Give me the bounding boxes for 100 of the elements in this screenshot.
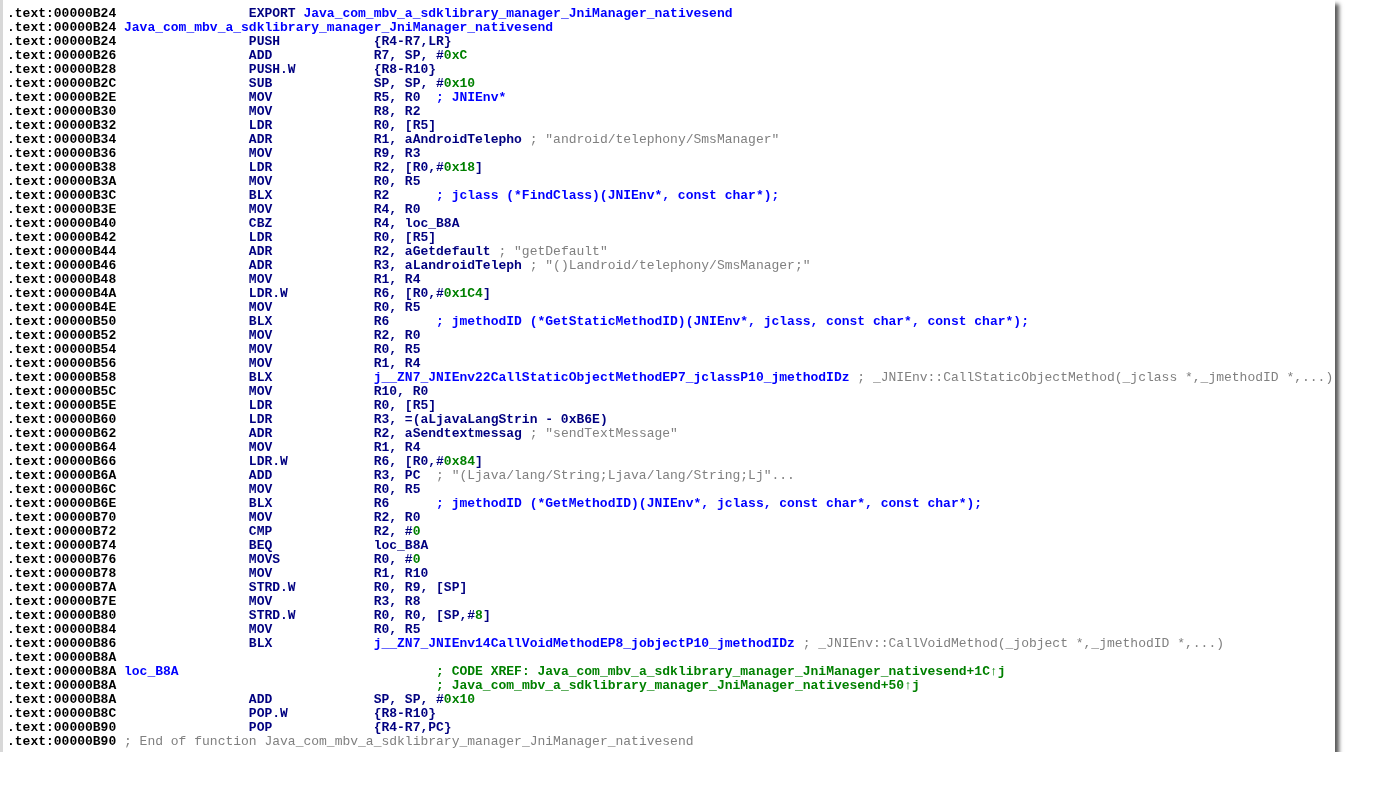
operand-text: R6, [R0,#0x1C4]	[373, 286, 491, 301]
mnemonic-text: BLX	[248, 636, 273, 651]
address-text: .text:00000B42	[7, 230, 117, 245]
mnemonic-text: MOV	[248, 342, 273, 357]
address-text: .text:00000B8A	[7, 650, 117, 665]
symbol-name: Java_com_mbv_a_sdklibrary_manager_JniManager_nativesend	[303, 7, 733, 21]
address-text: .text:00000B40	[7, 216, 117, 231]
operand-text: R5, R0	[373, 90, 421, 105]
mnemonic-text: BEQ	[248, 538, 273, 553]
mnemonic-text: ADD	[248, 48, 273, 63]
address-text: .text:00000B2C	[7, 76, 117, 91]
operand-text: R2, [R0,#0x18]	[373, 160, 483, 175]
mnemonic-text: LDR	[248, 118, 273, 133]
address-text: .text:00000B4A	[7, 286, 117, 301]
operand-text: R3, aLandroidTeleph	[373, 258, 522, 273]
address-text: .text:00000B36	[7, 146, 117, 161]
address-text: .text:00000B78	[7, 566, 117, 581]
comment-text: ; JNIEnv*	[436, 91, 507, 105]
comment-text: ; _JNIEnv::CallVoidMethod(_jobject *,_jmethodID *,...)	[802, 637, 1224, 651]
address-text: .text:00000B6A	[7, 468, 117, 483]
mnemonic-text: STRD.W	[248, 608, 296, 623]
operand-text: R0, R9, [SP]	[373, 580, 468, 595]
operand-text: SP, SP, #0x10	[373, 692, 476, 707]
address-text: .text:00000B48	[7, 272, 117, 287]
address-text: .text:00000B80	[7, 608, 117, 623]
operand-text: R1, aAndroidTelepho	[373, 132, 522, 147]
comment-text: ; jmethodID (*GetStaticMethodID)(JNIEnv*, jclass, const char*, const char*);	[436, 315, 1029, 329]
mnemonic-text: MOV	[248, 440, 273, 455]
address-text: .text:00000B56	[7, 356, 117, 371]
address-text: .text:00000B86	[7, 636, 117, 651]
address-text: .text:00000B8C	[7, 706, 117, 721]
address-text: .text:00000B24	[7, 34, 117, 49]
mnemonic-text: ADR	[248, 258, 273, 273]
operand-text: R4, R0	[373, 202, 421, 217]
address-text: .text:00000B3A	[7, 174, 117, 189]
operand-text: R7, SP, #0xC	[373, 48, 468, 63]
address-text: .text:00000B26	[7, 48, 117, 63]
address-text: .text:00000B50	[7, 314, 117, 329]
address-text: .text:00000B64	[7, 440, 117, 455]
address-text: .text:00000B72	[7, 524, 117, 539]
mnemonic-text: CMP	[248, 524, 273, 539]
operand-text: R10, R0	[373, 384, 429, 399]
address-text: .text:00000B52	[7, 328, 117, 343]
operand-text: R3, =(aLjavaLangStrin - 0xB6E)	[373, 412, 608, 427]
operand-text: R6	[373, 496, 390, 511]
mnemonic-text: MOV	[248, 594, 273, 609]
mnemonic-text: BLX	[248, 370, 273, 385]
comment-text: ; "(Ljava/lang/String;Ljava/lang/String;Lj"...	[436, 469, 795, 483]
mnemonic-text: MOV	[248, 146, 273, 161]
address-text: .text:00000B84	[7, 622, 117, 637]
operand-text: R6	[373, 314, 390, 329]
mnemonic-text: PUSH	[248, 34, 281, 49]
mnemonic-text: MOV	[248, 328, 273, 343]
address-text: .text:00000B6C	[7, 482, 117, 497]
operand-text: j__ZN7_JNIEnv14CallVoidMethodEP8_jobjectP10_jmethodIDz	[373, 636, 795, 651]
operand-text: R2, R0	[373, 510, 421, 525]
address-text: .text:00000B30	[7, 104, 117, 119]
mnemonic-text: ADR	[248, 244, 273, 259]
function-label: Java_com_mbv_a_sdklibrary_manager_JniManager_nativesend	[124, 21, 554, 35]
operand-text: loc_B8A	[373, 538, 429, 553]
address-text: .text:00000B54	[7, 342, 117, 357]
operand-text: {R4-R7,LR}	[373, 34, 452, 49]
operand-text: R2	[373, 188, 390, 203]
mnemonic-text: MOV	[248, 356, 273, 371]
mnemonic-text: MOV	[248, 174, 273, 189]
mnemonic-text: MOV	[248, 566, 273, 581]
comment-text: ; "getDefault"	[498, 245, 608, 259]
address-text: .text:00000B2E	[7, 90, 117, 105]
operand-text: R9, R3	[373, 146, 421, 161]
mnemonic-text: POP.W	[248, 706, 288, 721]
address-text: .text:00000B90	[7, 720, 117, 735]
operand-text: R0, R5	[373, 342, 421, 357]
operand-text: R2, #0	[373, 524, 421, 539]
operand-text: R0, [R5]	[373, 118, 437, 133]
mnemonic-text: MOV	[248, 202, 273, 217]
comment-text: ; Java_com_mbv_a_sdklibrary_manager_JniManager_nativesend+50↑j	[436, 679, 920, 693]
operand-text: R1, R4	[373, 356, 421, 371]
comment-text: ; "sendTextMessage"	[529, 427, 678, 441]
operand-text: {R4-R7,PC}	[373, 720, 452, 735]
address-text: .text:00000B28	[7, 62, 117, 77]
operand-text: R0, #0	[373, 552, 421, 567]
operand-text: R1, R4	[373, 440, 421, 455]
comment-text: ; jmethodID (*GetMethodID)(JNIEnv*, jclass, const char*, const char*);	[436, 497, 983, 511]
mnemonic-text: MOV	[248, 300, 273, 315]
operand-text: j__ZN7_JNIEnv22CallStaticObjectMethodEP7_jclassP10_jmethodIDz	[373, 370, 850, 385]
mnemonic-text: ADR	[248, 426, 273, 441]
address-text: .text:00000B8A	[7, 664, 117, 679]
address-text: .text:00000B8A	[7, 678, 117, 693]
operand-text: R4, loc_B8A	[373, 216, 460, 231]
address-text: .text:00000B7A	[7, 580, 117, 595]
mnemonic-text: ADD	[248, 692, 273, 707]
mnemonic-text: LDR	[248, 230, 273, 245]
mnemonic-text: MOV	[248, 510, 273, 525]
address-text: .text:00000B62	[7, 426, 117, 441]
operand-text: R1, R4	[373, 272, 421, 287]
operand-text: R0, R5	[373, 482, 421, 497]
operand-text: R8, R2	[373, 104, 421, 119]
operand-text: R2, aGetdefault	[373, 244, 491, 259]
operand-text: R0, [R5]	[373, 398, 437, 413]
address-text: .text:00000B44	[7, 244, 117, 259]
